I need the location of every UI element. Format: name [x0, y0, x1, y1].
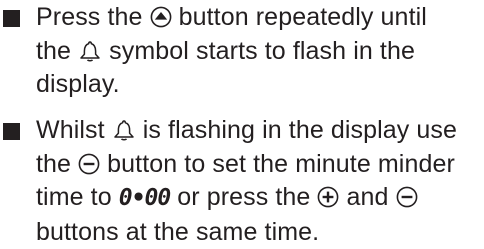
text-line: Press the button repeatedly until [36, 1, 484, 35]
text-fragment: button repeatedly until [179, 3, 427, 31]
bell-icon [78, 40, 102, 62]
text-fragment: time to [36, 183, 112, 211]
text-line: Whilst is flashing in the display use [36, 114, 484, 148]
text-fragment: Whilst [36, 116, 105, 144]
bell-icon [112, 119, 136, 141]
text-fragment: and [347, 183, 389, 211]
text-fragment: or press the [177, 183, 310, 211]
instruction-text-2: Whilst is flashing in the display use th… [36, 114, 484, 249]
text-line: the symbol starts to flash in the [36, 35, 484, 69]
minute-minder-display-value: 0•00 [119, 185, 170, 211]
text-fragment: buttons at the same time. [36, 218, 319, 246]
text-fragment: the [36, 37, 71, 65]
text-line: time to 0•00 or press the and [36, 181, 484, 216]
plus-button-icon [317, 186, 339, 208]
text-line: display. [36, 68, 484, 102]
bullet-square [3, 123, 20, 140]
text-fragment: the [36, 150, 71, 178]
instruction-text-1: Press the button repeatedly until the sy… [36, 1, 484, 102]
bullet-square [3, 10, 20, 27]
text-fragment: display. [36, 70, 120, 98]
text-fragment: Press the [36, 3, 143, 31]
text-fragment: symbol starts to flash in the [109, 37, 415, 65]
text-fragment: button to set the minute minder [107, 150, 455, 178]
text-fragment: is flashing in the display use [143, 116, 457, 144]
text-line: buttons at the same time. [36, 216, 484, 249]
text-line: the button to set the minute minder [36, 148, 484, 182]
minus-button-icon [78, 153, 100, 175]
up-button-icon [150, 6, 172, 28]
minus-button-icon [396, 186, 418, 208]
